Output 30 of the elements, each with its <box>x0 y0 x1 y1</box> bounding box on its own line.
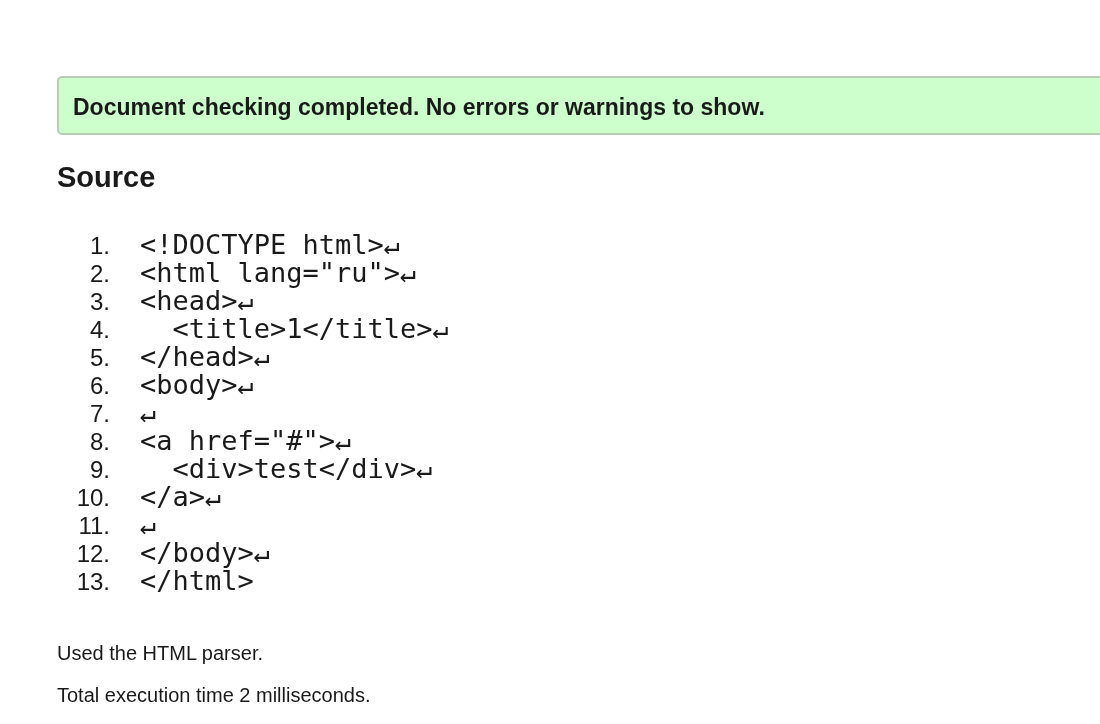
code-line: <div>test</div>↵ <box>171 455 433 483</box>
line-number: 10. <box>75 484 110 512</box>
line-number: 4. <box>89 316 110 344</box>
line-number: 7. <box>89 400 110 428</box>
line-number: 3. <box>89 288 110 316</box>
line-number: 8. <box>89 428 110 456</box>
code-line: <head>↵ <box>140 287 254 315</box>
code-line: </head>↵ <box>140 343 271 371</box>
line-number: 1. <box>89 232 110 260</box>
line-number: 5. <box>89 344 110 372</box>
code-line: <a href="#">↵ <box>140 427 352 455</box>
line-number: 12. <box>75 540 110 568</box>
code-line: ↵ <box>140 399 157 427</box>
code-line: <html lang="ru">↵ <box>140 259 417 287</box>
success-message: Document checking completed. No errors or warnings to show. <box>57 76 1100 135</box>
section-heading: Source <box>57 160 157 195</box>
line-number: 2. <box>89 260 110 288</box>
code-line: <!DOCTYPE html>↵ <box>140 231 401 259</box>
line-number: 11. <box>77 512 110 540</box>
code-line: <body>↵ <box>140 371 254 399</box>
code-line: </html> <box>140 567 254 595</box>
line-number: 6. <box>89 372 110 400</box>
line-number: 9. <box>89 456 110 484</box>
code-line: <title>1</title>↵ <box>171 315 449 343</box>
line-number: 13. <box>75 568 110 596</box>
code-line: </a>↵ <box>140 483 222 511</box>
code-line: ↵ <box>140 511 157 539</box>
info-text: Total execution time 2 milliseconds. <box>57 683 372 707</box>
code-line: </body>↵ <box>140 539 271 567</box>
info-text: Used the HTML parser. <box>57 641 264 665</box>
